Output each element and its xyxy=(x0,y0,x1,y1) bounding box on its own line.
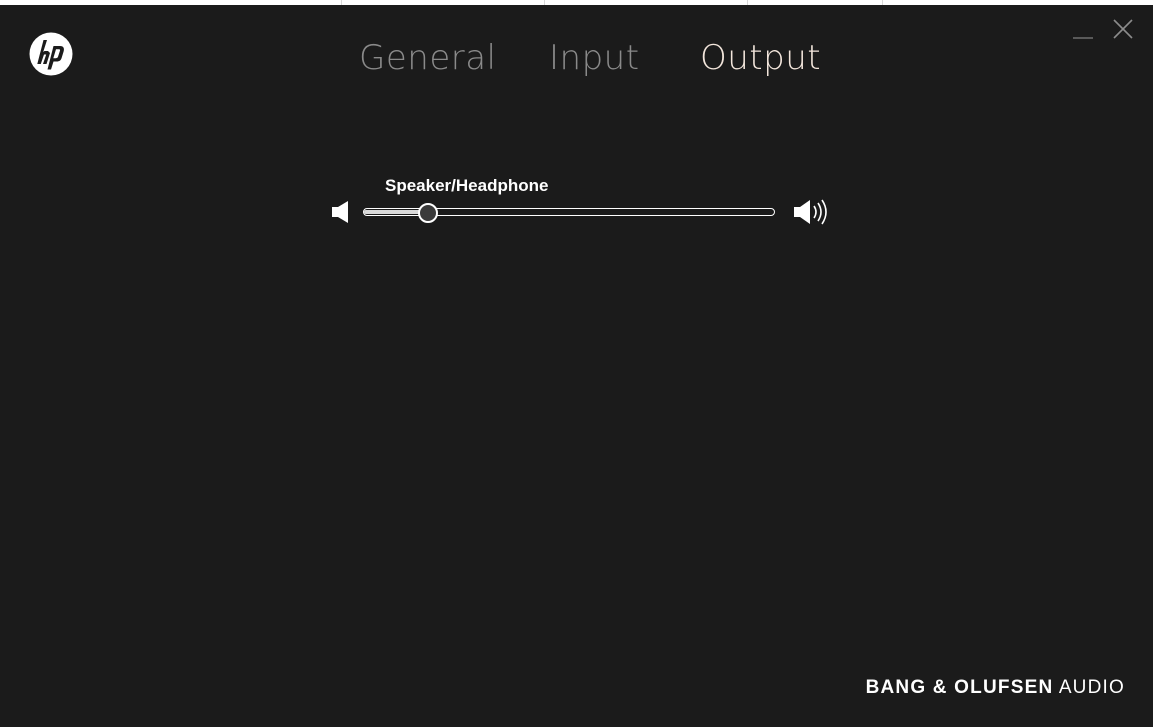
volume-slider[interactable] xyxy=(363,201,775,223)
brand-wordmark: BANG & OLUFSEN AUDIO xyxy=(866,677,1125,699)
device-label: Speaker/Headphone xyxy=(385,176,549,195)
tab-input[interactable]: Input xyxy=(549,38,640,78)
slider-thumb[interactable] xyxy=(418,203,438,223)
brand-suffix: AUDIO xyxy=(1058,677,1125,698)
speaker-loud-icon[interactable] xyxy=(793,198,835,226)
audio-control-window: General Input Output Speaker/Headphone B… xyxy=(0,5,1153,727)
speaker-mute-icon[interactable] xyxy=(331,200,353,224)
tab-general[interactable]: General xyxy=(359,38,497,78)
minimize-icon[interactable] xyxy=(1071,20,1095,40)
close-icon[interactable] xyxy=(1111,17,1135,41)
brand-name: BANG & OLUFSEN xyxy=(865,677,1054,698)
tab-bar: General Input Output xyxy=(0,38,1153,88)
tab-output[interactable]: Output xyxy=(700,38,821,78)
